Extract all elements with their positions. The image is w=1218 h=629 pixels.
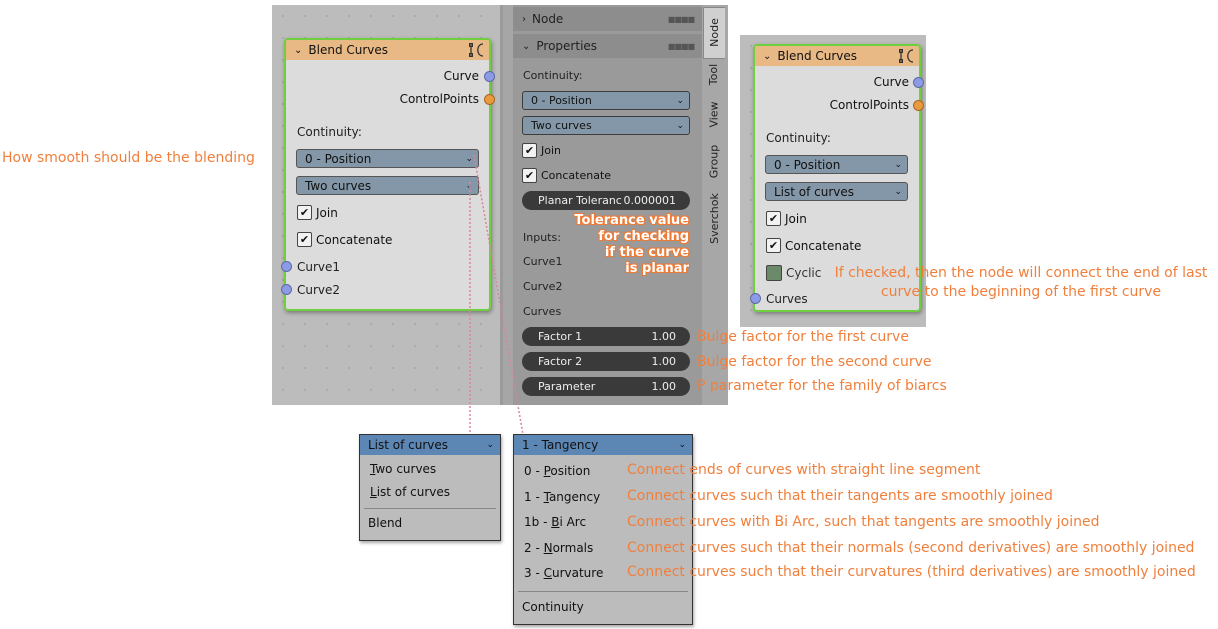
menu-item-curvature[interactable]: 3 - Curvature — [524, 566, 603, 580]
menu-item-prefix: 2 - — [524, 541, 544, 555]
normals-annotation: Connect curves such that their normals (… — [627, 540, 1195, 556]
continuity-menu-selected[interactable]: 1 - Tangency ⌄ — [514, 435, 692, 455]
menu-item-position[interactable]: 0 - Position — [524, 464, 590, 478]
menu-item-label: ist of curves — [376, 485, 451, 499]
menu-separator — [364, 508, 496, 509]
mnemonic-letter: C — [543, 566, 552, 580]
menu-item-normals[interactable]: 2 - Normals — [524, 541, 593, 555]
curvature-annotation: Connect curves such that their curvature… — [627, 564, 1196, 580]
arrow-continuity-to-menu — [473, 154, 533, 444]
mnemonic-letter: N — [543, 541, 553, 555]
menu-item-label: urvature — [551, 566, 604, 580]
menu-footer-continuity: Continuity — [522, 600, 584, 614]
mode-dropdown-menu: List of curves ⌄ Two curves List of curve… — [359, 434, 501, 541]
menu-item-list-of-curves[interactable]: List of curves — [370, 485, 450, 499]
menu-item-bi-arc[interactable]: 1b - Bi Arc — [524, 515, 586, 529]
menu-footer-blend: Blend — [368, 516, 403, 530]
menu-item-label: osition — [550, 464, 591, 478]
bi-arc-annotation: Connect curves with Bi Arc, such that ta… — [627, 514, 1100, 530]
menu-item-prefix: 0 - — [524, 464, 544, 478]
chevron-down-icon: ⌄ — [486, 440, 494, 450]
menu-item-label: angency — [548, 490, 601, 504]
mnemonic-letter: L — [370, 485, 377, 499]
menu-item-prefix: 1b - — [524, 515, 552, 529]
menu-item-label: i Arc — [559, 515, 587, 529]
menu-item-label: ormals — [552, 541, 594, 555]
menu-item-prefix: 1 - — [524, 490, 544, 504]
chevron-down-icon: ⌄ — [678, 440, 686, 450]
mode-menu-selected[interactable]: List of curves ⌄ — [360, 435, 500, 455]
continuity-menu-selected-label: 1 - Tangency — [522, 438, 599, 452]
tangency-annotation: Connect curves such that their tangents … — [627, 488, 1053, 504]
menu-separator — [518, 591, 688, 592]
menu-item-label: wo curves — [375, 462, 437, 476]
menu-item-two-curves[interactable]: Two curves — [370, 462, 436, 476]
menu-item-tangency[interactable]: 1 - Tangency — [524, 490, 600, 504]
menu-item-prefix: 3 - — [524, 566, 544, 580]
position-annotation: Connect ends of curves with straight lin… — [627, 462, 981, 478]
mode-menu-selected-label: List of curves — [368, 438, 449, 452]
